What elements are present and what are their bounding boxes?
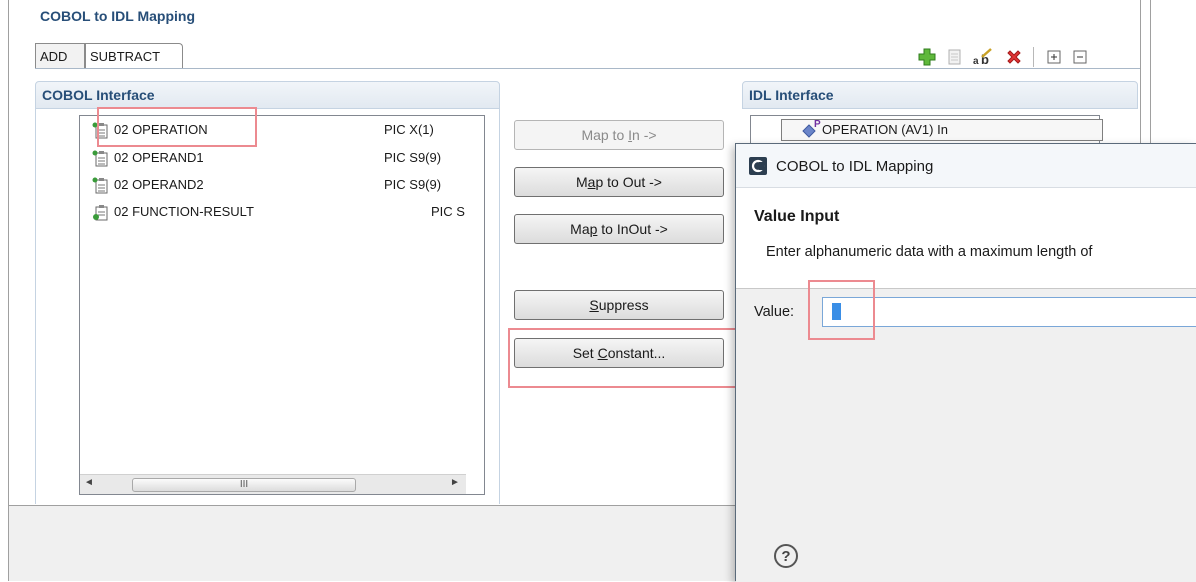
field-pic: PIC S [431,204,465,219]
idl-tree[interactable]: P OPERATION (AV1) In [750,115,1103,145]
value-input-dialog: COBOL to IDL Mapping Value Input Enter a… [735,143,1196,582]
copy-icon[interactable] [946,48,964,66]
tab-divider [35,68,1140,69]
add-icon[interactable] [918,48,936,66]
rename-icon[interactable]: ab [972,48,998,67]
dialog-titlebar: COBOL to IDL Mapping [736,144,1196,188]
toolbar-separator [1033,47,1034,67]
dialog-header-title: Value Input [754,208,840,225]
map-to-in-button[interactable]: Map to In -> [514,120,724,150]
editor-lower-area [9,506,735,581]
scroll-right-arrow-icon[interactable]: ► [450,477,460,488]
expand-all-icon[interactable] [1045,48,1063,66]
delete-icon[interactable] [1005,48,1023,66]
field-pic: PIC S9(9) [384,150,442,165]
dialog-body: Value: ? [736,289,1196,582]
idl-item-label: OPERATION (AV1) In [822,122,948,137]
field-pic: PIC X(1) [384,122,434,137]
tab-subtract[interactable]: SUBTRACT [85,43,183,68]
cobol-field-icon [92,150,110,168]
collapse-all-icon[interactable] [1071,48,1089,66]
value-label: Value: [754,304,795,320]
svg-text:a: a [973,56,979,66]
scroll-left-arrow-icon[interactable]: ◄ [84,477,94,488]
tree-row[interactable]: 02 OPERAND2 PIC S9(9) [92,175,452,197]
highlight-value-input [808,280,875,340]
tree-row[interactable]: 02 FUNCTION-RESULT PIC S [92,202,465,224]
highlight-set-constant [508,328,737,388]
editor-title: COBOL to IDL Mapping [40,8,196,24]
idl-parameter-superscript: P [814,119,821,130]
app-icon [748,156,768,176]
map-to-out-button[interactable]: Map to Out -> [514,167,724,197]
highlight-operation [97,107,257,147]
field-name: 02 OPERAND1 [114,150,204,165]
idl-interface-header: IDL Interface [742,81,1138,109]
dialog-header: Value Input Enter alphanumeric data with… [736,188,1196,288]
field-name: 02 FUNCTION-RESULT [114,204,254,219]
field-pic: PIC S9(9) [384,177,442,192]
dialog-title: COBOL to IDL Mapping [776,158,934,175]
cobol-tree[interactable]: 02 OPERATION PIC X(1) 02 OPERAND1 PIC S9… [79,115,467,495]
idl-tree-item[interactable]: P OPERATION (AV1) In [781,119,1103,141]
field-name: 02 OPERAND2 [114,177,204,192]
tab-add[interactable]: ADD [35,43,85,68]
suppress-button[interactable]: Suppress [514,290,724,320]
cobol-field-icon [92,177,110,195]
dialog-header-message: Enter alphanumeric data with a maximum l… [766,244,1093,260]
vertical-scrollbar[interactable] [466,115,485,495]
cobol-output-field-icon [92,204,110,222]
value-input[interactable] [822,297,1196,327]
scrollbar-thumb[interactable]: III [132,478,356,492]
cobol-interface-header: COBOL Interface [35,81,500,109]
map-to-inout-button[interactable]: Map to InOut -> [514,214,724,244]
help-icon[interactable]: ? [774,544,798,568]
horizontal-scrollbar[interactable]: ◄ III ► [80,474,466,494]
tree-row[interactable]: 02 OPERAND1 PIC S9(9) [92,148,452,170]
